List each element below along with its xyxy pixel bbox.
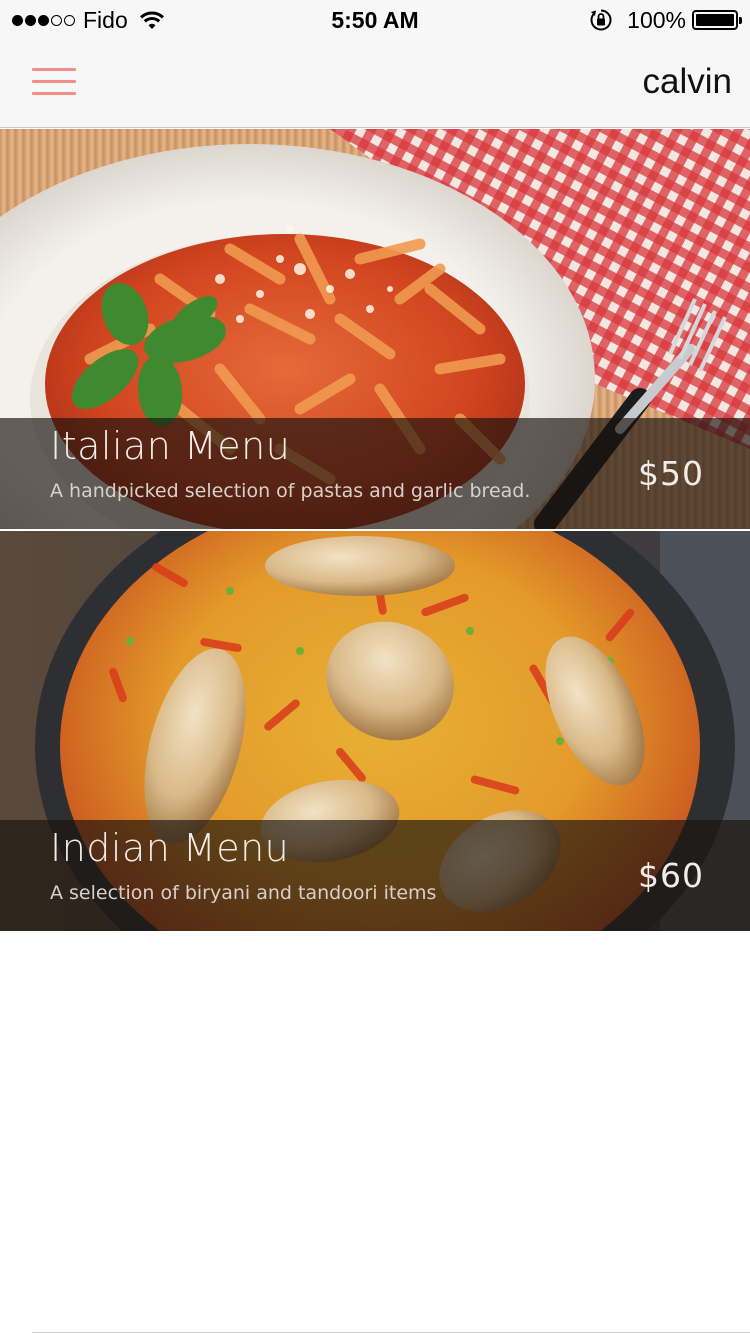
battery-percentage: 100% — [627, 6, 686, 33]
status-right: 100% — [589, 6, 742, 33]
menu-title: Indian Menu — [50, 826, 290, 870]
menu-description: A selection of biryani and tandoori item… — [50, 882, 437, 904]
card-caption-overlay: Indian Menu A selection of biryani and t… — [0, 820, 750, 931]
menu-description: A handpicked selection of pastas and gar… — [50, 480, 531, 502]
battery-icon — [692, 10, 742, 30]
menu-card-indian[interactable]: Indian Menu A selection of biryani and t… — [0, 531, 750, 931]
rotation-lock-icon — [590, 9, 612, 31]
status-bar: Fido 5:50 AM 100% — [0, 0, 750, 40]
menu-card-italian[interactable]: Italian Menu A handpicked selection of p… — [0, 129, 750, 529]
menu-price: $50 — [638, 454, 704, 493]
hamburger-menu-icon[interactable] — [30, 64, 78, 100]
bottom-divider — [32, 1332, 750, 1333]
navigation-bar: calvin — [0, 40, 750, 128]
user-name[interactable]: calvin — [643, 62, 732, 102]
menu-price: $60 — [638, 856, 704, 895]
card-caption-overlay: Italian Menu A handpicked selection of p… — [0, 418, 750, 529]
menu-title: Italian Menu — [50, 424, 291, 468]
